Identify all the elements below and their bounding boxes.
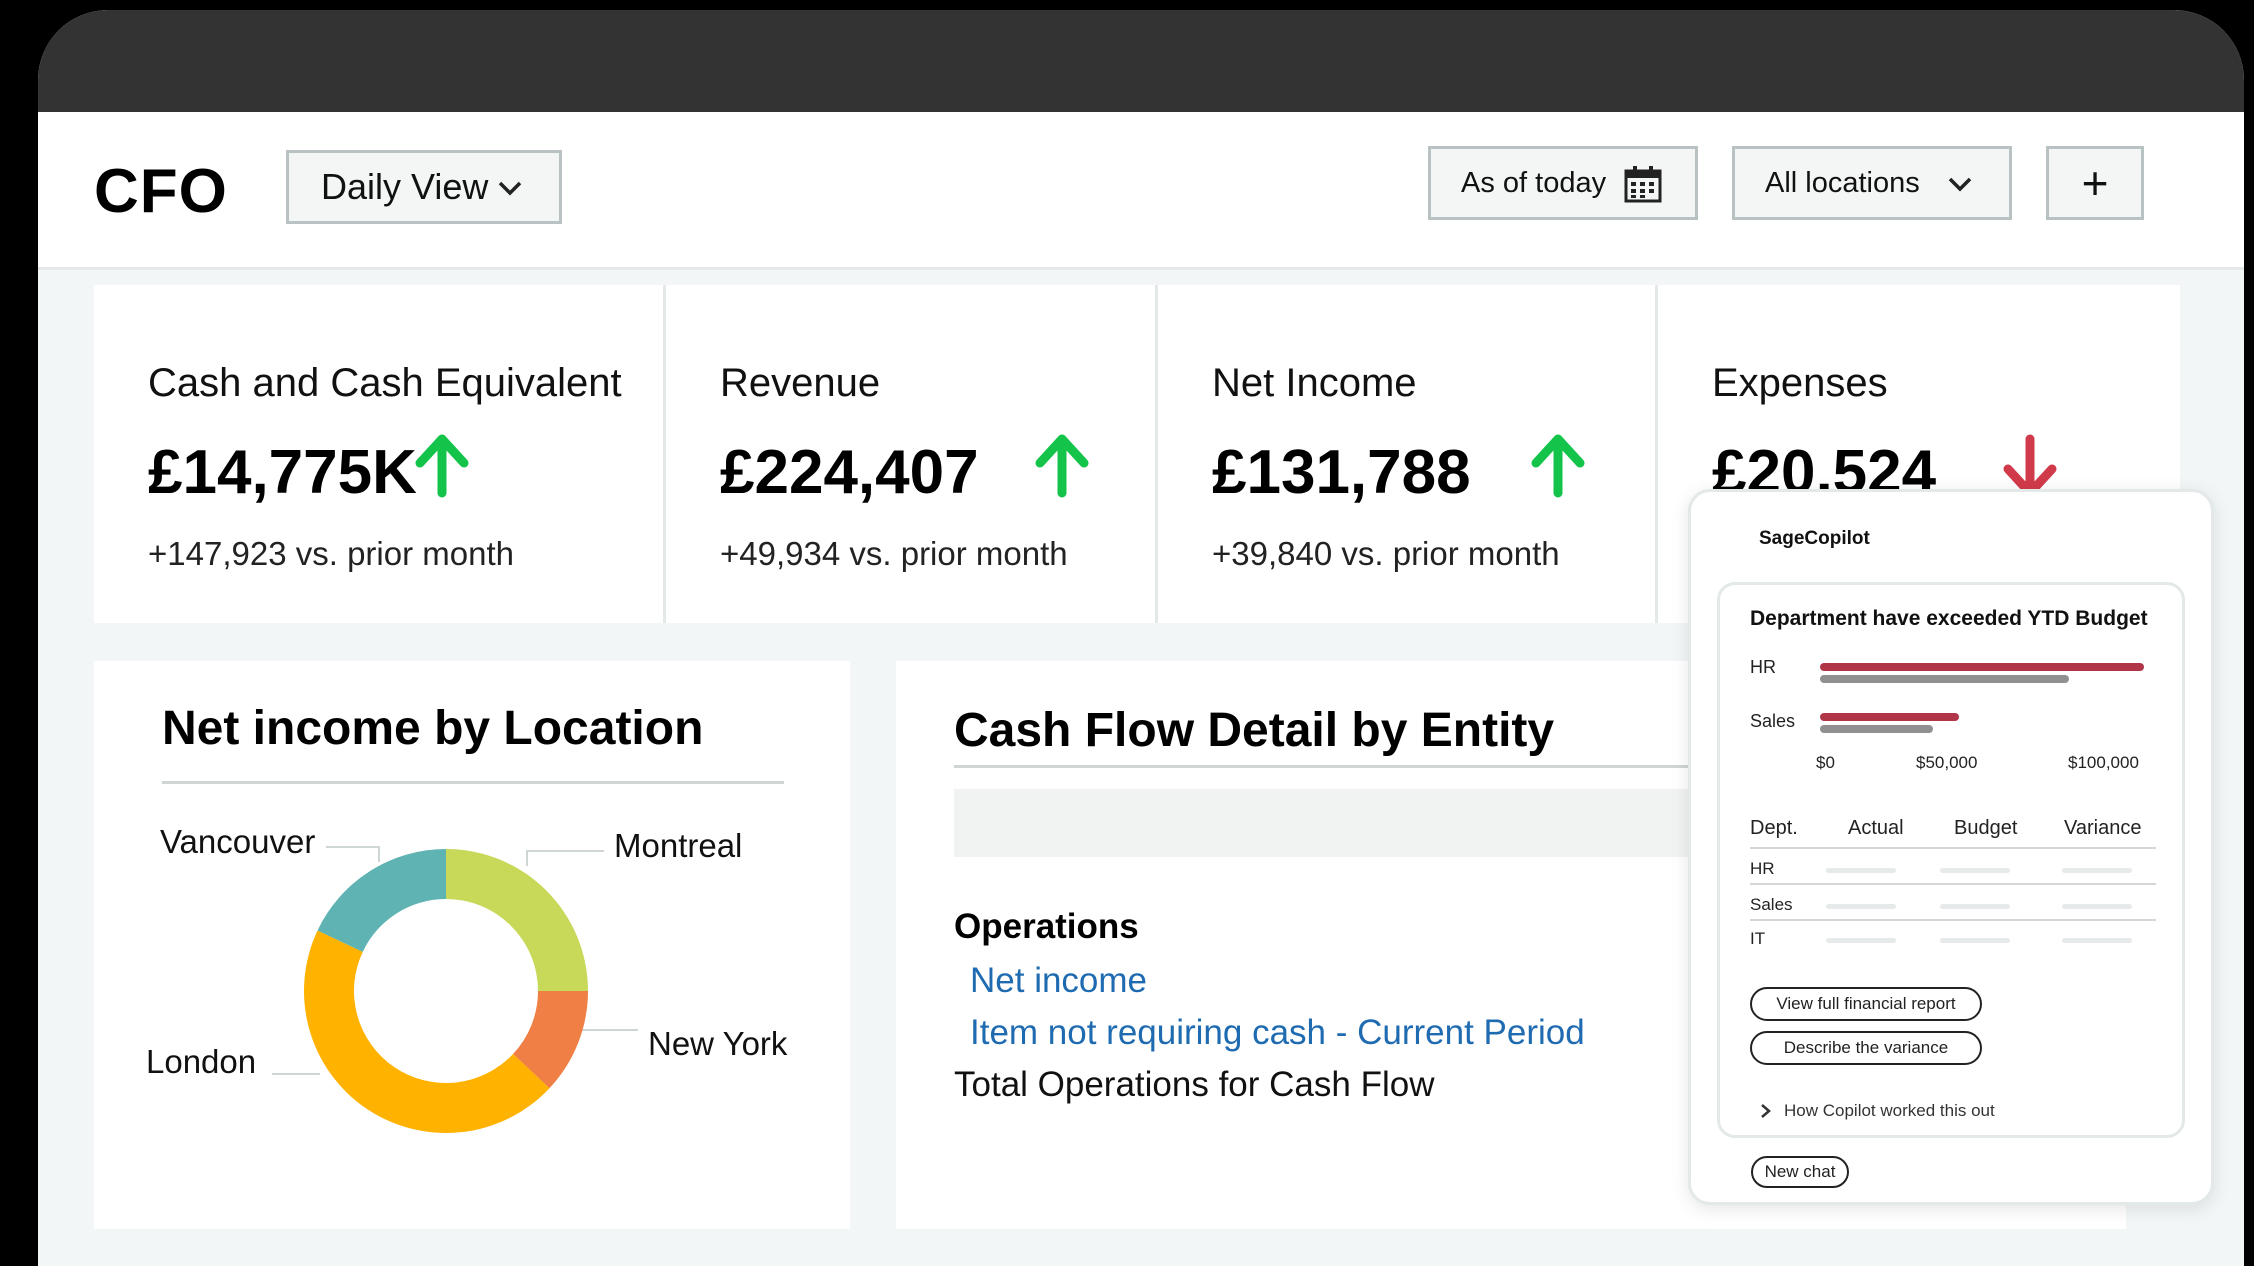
divider xyxy=(162,781,784,784)
view-select-label: Daily View xyxy=(321,166,489,207)
placeholder-cell xyxy=(1826,868,1896,873)
kpi-label: Cash and Cash Equivalent xyxy=(148,361,622,405)
table-header: Variance xyxy=(2064,817,2142,839)
view-full-report-button[interactable]: View full financial report xyxy=(1750,987,1982,1021)
bar-sales-actual xyxy=(1820,713,1960,721)
date-select[interactable]: As of today xyxy=(1428,146,1698,220)
chevron-down-icon xyxy=(498,181,522,196)
placeholder-cell xyxy=(2062,868,2132,873)
kpi-value: £14,775K xyxy=(148,438,417,507)
kpi-label: Expenses xyxy=(1712,361,1888,405)
arrow-up-icon xyxy=(415,434,469,498)
kpi-card-revenue[interactable]: Revenue £224,407 +49,934 vs. prior month xyxy=(666,285,1158,623)
kpi-change: +49,934 vs. prior month xyxy=(720,535,1068,572)
table-row-label: HR xyxy=(1750,859,1775,878)
table-header: Actual xyxy=(1848,817,1904,839)
net-income-by-location-panel: Net income by Location Vancouver Montrea… xyxy=(94,661,850,1229)
axis-tick: $50,000 xyxy=(1916,753,1978,772)
dashboard-header: CFO Daily View As of today All locations… xyxy=(38,112,2244,270)
date-select-label: As of today xyxy=(1461,166,1607,199)
insight-title: Department have exceeded YTD Budget xyxy=(1750,607,2148,630)
placeholder-cell xyxy=(2062,938,2132,943)
table-row-label: Sales xyxy=(1750,895,1793,914)
describe-variance-button[interactable]: Describe the variance xyxy=(1750,1031,1982,1065)
arrow-up-icon xyxy=(1531,434,1585,498)
bar-category-label: Sales xyxy=(1750,711,1796,731)
chevron-down-icon xyxy=(1948,177,1972,192)
table-divider xyxy=(1750,883,2156,885)
donut-slice-vancouver[interactable] xyxy=(317,849,446,952)
placeholder-cell xyxy=(1940,868,2010,873)
page-title: CFO xyxy=(94,157,228,226)
bar-hr-budget xyxy=(1820,675,2070,683)
net-income-donut-chart xyxy=(304,849,588,1133)
kpi-change: +39,840 vs. prior month xyxy=(1212,535,1560,572)
kpi-value: £131,788 xyxy=(1212,438,1471,507)
donut-label-montreal: Montreal xyxy=(614,827,743,864)
add-widget-button[interactable]: + xyxy=(2046,146,2144,220)
axis-tick: $100,000 xyxy=(2068,753,2139,772)
kpi-card-net-income[interactable]: Net Income £131,788 +39,840 vs. prior mo… xyxy=(1158,285,1658,623)
placeholder-cell xyxy=(2062,904,2132,909)
placeholder-cell xyxy=(1826,904,1896,909)
how-copilot-label: How Copilot worked this out xyxy=(1784,1101,1995,1120)
donut-slice-london[interactable] xyxy=(304,930,550,1133)
bar-hr-actual xyxy=(1820,663,2144,671)
top-bar xyxy=(38,10,2244,112)
kpi-label: Revenue xyxy=(720,361,881,405)
location-select-label: All locations xyxy=(1765,166,1920,199)
plus-icon: + xyxy=(2081,157,2109,209)
kpi-change: +147,923 vs. prior month xyxy=(148,535,514,572)
donut-label-vancouver: Vancouver xyxy=(160,823,316,860)
placeholder-cell xyxy=(1940,938,2010,943)
placeholder-cell xyxy=(1826,938,1896,943)
chevron-right-icon xyxy=(1761,1104,1771,1118)
total-operations-label: Total Operations for Cash Flow xyxy=(954,1065,1435,1104)
copilot-insight-card: Department have exceeded YTD Budget HR S… xyxy=(1717,582,2185,1138)
panel-title: Net income by Location xyxy=(162,702,704,755)
bar-category-label: HR xyxy=(1750,657,1776,677)
placeholder-cell xyxy=(1940,904,2010,909)
kpi-value: £224,407 xyxy=(720,438,979,507)
donut-label-new-york: New York xyxy=(648,1025,788,1062)
kpi-label: Net Income xyxy=(1212,361,1417,405)
donut-slice-montreal[interactable] xyxy=(446,849,588,991)
net-income-link[interactable]: Net income xyxy=(970,961,1147,1001)
how-copilot-worked-toggle[interactable]: How Copilot worked this out xyxy=(1760,1101,1995,1121)
donut-label-london: London xyxy=(146,1043,257,1080)
arrow-up-icon xyxy=(1035,434,1089,498)
table-header: Budget xyxy=(1954,817,2018,839)
table-row-label: IT xyxy=(1750,929,1766,948)
item-not-requiring-cash-link[interactable]: Item not requiring cash - Current Period xyxy=(970,1013,1585,1053)
table-divider xyxy=(1750,919,2156,921)
calendar-icon xyxy=(1624,166,1662,203)
section-heading: Operations xyxy=(954,907,1139,946)
view-select[interactable]: Daily View xyxy=(286,150,562,224)
location-select[interactable]: All locations xyxy=(1732,146,2012,220)
device-frame: CFO Daily View As of today All locations… xyxy=(38,10,2244,1266)
axis-tick: $0 xyxy=(1816,753,1835,772)
new-chat-button[interactable]: New chat xyxy=(1751,1156,1849,1188)
table-header: Dept. xyxy=(1750,817,1798,839)
copilot-name: SageCopilot xyxy=(1759,528,1870,549)
panel-title: Cash Flow Detail by Entity xyxy=(954,704,1555,757)
copilot-panel: SageCopilot Department have exceeded YTD… xyxy=(1688,489,2214,1205)
table-divider xyxy=(1750,847,2156,849)
bar-sales-budget xyxy=(1820,725,1934,733)
kpi-card-cash[interactable]: Cash and Cash Equivalent £14,775K +147,9… xyxy=(94,285,666,623)
